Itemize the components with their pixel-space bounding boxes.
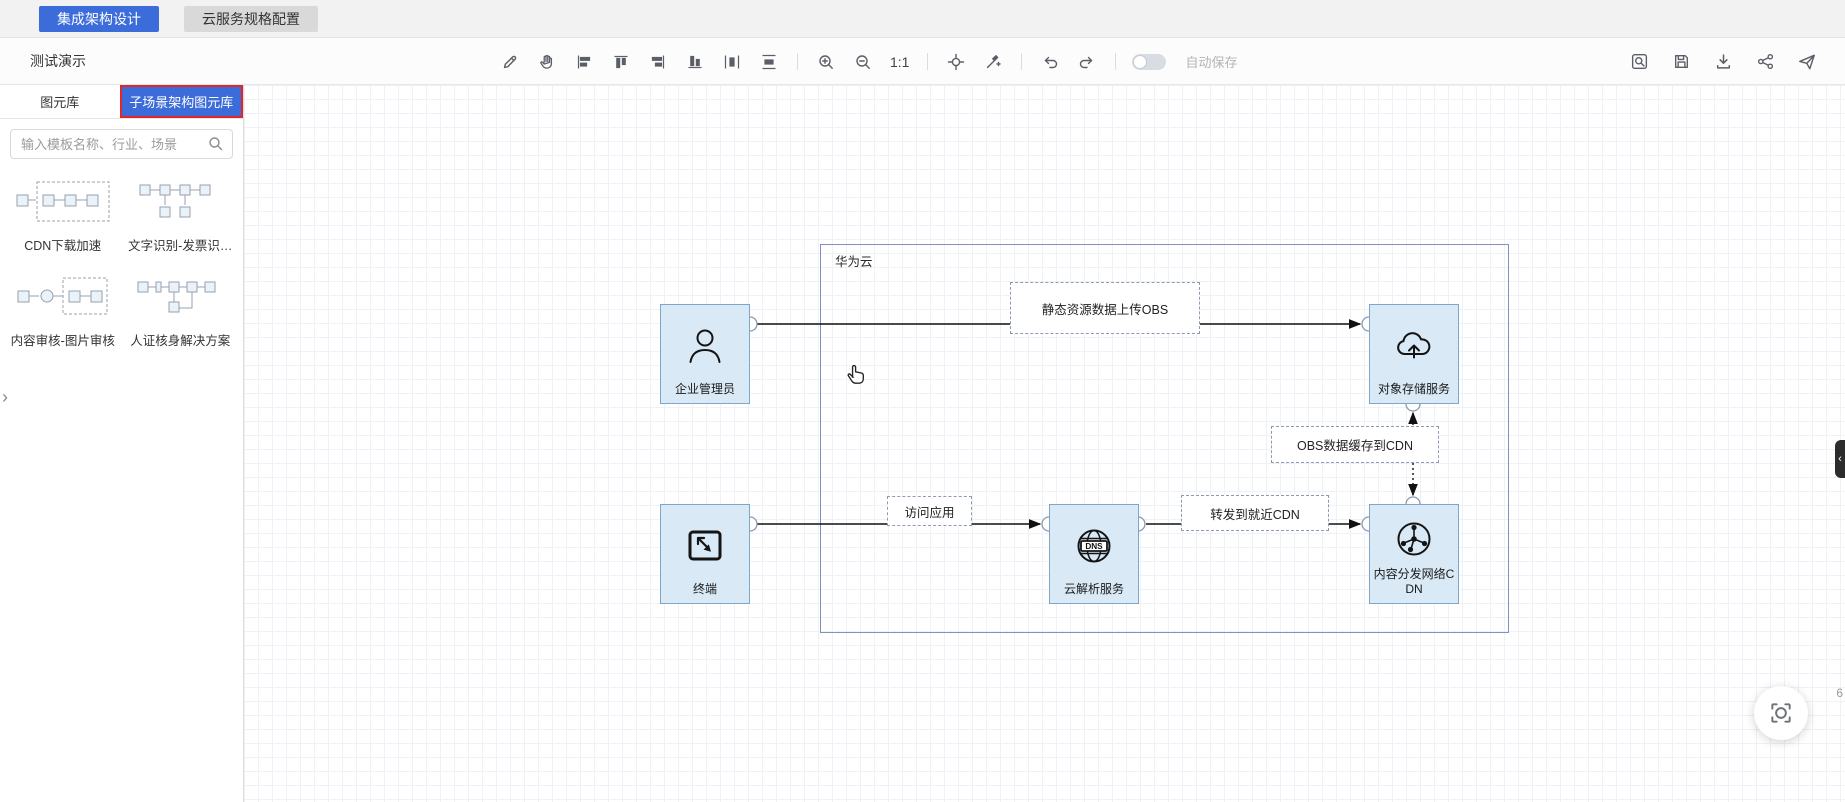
- template-label: CDN下载加速: [24, 239, 102, 253]
- align-top-icon[interactable]: [609, 50, 633, 74]
- edge-label-obs-cache[interactable]: OBS数据缓存到CDN: [1271, 426, 1439, 463]
- toolbar-separator: [797, 53, 798, 70]
- template-grid: CDN下载加速 文字识别-发票识… 内容审核-图片审核 人证核身解决方案: [0, 169, 243, 349]
- template-label: 人证核身解决方案: [130, 334, 231, 348]
- edge-label-text: 访问应用: [904, 505, 955, 520]
- pan-hand-icon[interactable]: [535, 50, 559, 74]
- project-title: 测试演示: [30, 53, 86, 69]
- zoom-out-icon[interactable]: [851, 50, 875, 74]
- diagram-canvas[interactable]: 华为云 静态资源数据上传OBS 访问应用 转发到就近CDN OBS数据缓存到CD…: [244, 85, 1845, 802]
- node-label: 企业管理员: [674, 381, 735, 396]
- template-thumbnail: [130, 270, 230, 324]
- node-label: 对象存储服务: [1377, 381, 1450, 396]
- template-thumbnail: [13, 270, 113, 324]
- sidebar-tab-subscene-library[interactable]: 子场景架构图元库: [119, 85, 243, 118]
- zoom-in-icon[interactable]: [814, 50, 838, 74]
- toolbar-separator: [1115, 53, 1117, 70]
- align-bottom-icon[interactable]: [683, 50, 707, 74]
- node-enterprise-admin[interactable]: 企业管理员: [660, 304, 750, 404]
- redo-icon[interactable]: [1075, 50, 1099, 74]
- edge-label-forward-cdn[interactable]: 转发到就近CDN: [1181, 495, 1329, 531]
- toolbar: 测试演示 1:1 自动保存: [0, 38, 1845, 85]
- node-label: 内容分发网络CDN: [1373, 567, 1455, 596]
- align-right-icon[interactable]: [646, 50, 670, 74]
- left-panel-expand-handle[interactable]: ›: [2, 388, 8, 406]
- node-label: 终端: [692, 581, 717, 596]
- right-panel-collapse-handle[interactable]: ‹: [1835, 440, 1845, 478]
- template-cdn-download[interactable]: CDN下载加速: [6, 175, 120, 254]
- dns-globe-icon: DNS: [1071, 505, 1117, 582]
- template-identity-verification[interactable]: 人证核身解决方案: [124, 270, 238, 349]
- node-object-storage[interactable]: 对象存储服务: [1369, 304, 1459, 404]
- toggle-knob: [1133, 54, 1148, 69]
- node-dns-service[interactable]: DNS 云解析服务: [1049, 504, 1139, 604]
- autosave-toggle[interactable]: [1132, 53, 1167, 70]
- distribute-vertical-icon[interactable]: [757, 50, 781, 74]
- template-ocr-invoice[interactable]: 文字识别-发票识…: [124, 175, 238, 254]
- sidebar-tabs: 图元库 子场景架构图元库: [0, 85, 243, 119]
- template-search-input[interactable]: [10, 129, 233, 159]
- template-thumbnail: [13, 175, 113, 229]
- publish-icon[interactable]: [1795, 50, 1819, 74]
- cloud-upload-icon: [1391, 305, 1437, 382]
- toolbar-separator: [927, 53, 929, 70]
- edge-label-text: OBS数据缓存到CDN: [1297, 439, 1413, 453]
- edge-label-text: 转发到就近CDN: [1210, 507, 1300, 522]
- edit-pen-icon[interactable]: [498, 50, 522, 74]
- toolbar-right-group: [1627, 38, 1819, 85]
- toolbar-separator: [1021, 53, 1023, 70]
- template-label: 内容审核-图片审核: [10, 334, 115, 348]
- tab-cloud-service-spec[interactable]: 云服务规格配置: [184, 5, 318, 32]
- terminal-monitor-icon: [682, 505, 728, 582]
- template-search: [10, 129, 233, 159]
- toolbar-center-group: 1:1 自动保存: [498, 38, 1237, 85]
- sidebar: 图元库 子场景架构图元库 CDN下载加速 文字识别-发票识…: [0, 85, 244, 802]
- preview-icon[interactable]: [1627, 50, 1651, 74]
- edge-label-text: 静态资源数据上传OBS: [1041, 302, 1169, 317]
- node-cdn[interactable]: 内容分发网络CDN: [1369, 504, 1459, 604]
- group-label: 华为云: [835, 255, 873, 269]
- template-content-moderation[interactable]: 内容审核-图片审核: [6, 270, 120, 349]
- node-terminal[interactable]: 终端: [660, 504, 750, 604]
- sidebar-tab-shape-library[interactable]: 图元库: [0, 85, 120, 118]
- tab-integration-architecture[interactable]: 集成架构设计: [39, 5, 159, 32]
- person-icon: [682, 305, 728, 382]
- edge-label-visit-app[interactable]: 访问应用: [887, 496, 972, 526]
- node-label: 云解析服务: [1063, 581, 1124, 596]
- top-tab-bar: 集成架构设计 云服务规格配置: [0, 0, 1845, 38]
- zoom-ratio-button[interactable]: 1:1: [888, 54, 911, 70]
- share-icon[interactable]: [1753, 50, 1777, 74]
- svg-text:DNS: DNS: [1085, 542, 1103, 551]
- autosave-label: 自动保存: [1185, 55, 1238, 70]
- scan-locate-button[interactable]: [1754, 686, 1808, 740]
- template-label: 文字识别-发票识…: [128, 239, 233, 253]
- search-icon[interactable]: [207, 135, 225, 153]
- undo-icon[interactable]: [1038, 50, 1062, 74]
- distribute-horizontal-icon[interactable]: [720, 50, 744, 74]
- edge-label-upload-obs[interactable]: 静态资源数据上传OBS: [1010, 282, 1200, 334]
- cdn-network-icon: [1391, 505, 1437, 567]
- save-icon[interactable]: [1669, 50, 1693, 74]
- format-painter-icon[interactable]: [981, 50, 1005, 74]
- template-thumbnail: [130, 175, 230, 229]
- align-left-icon[interactable]: [572, 50, 596, 74]
- right-edge-partial-text: 6: [1836, 686, 1843, 700]
- download-icon[interactable]: [1711, 50, 1735, 74]
- app-root: 集成架构设计 云服务规格配置 测试演示 1:1 自动保存 图元库 子场景架构图元…: [0, 0, 1845, 802]
- center-focus-icon[interactable]: [944, 50, 968, 74]
